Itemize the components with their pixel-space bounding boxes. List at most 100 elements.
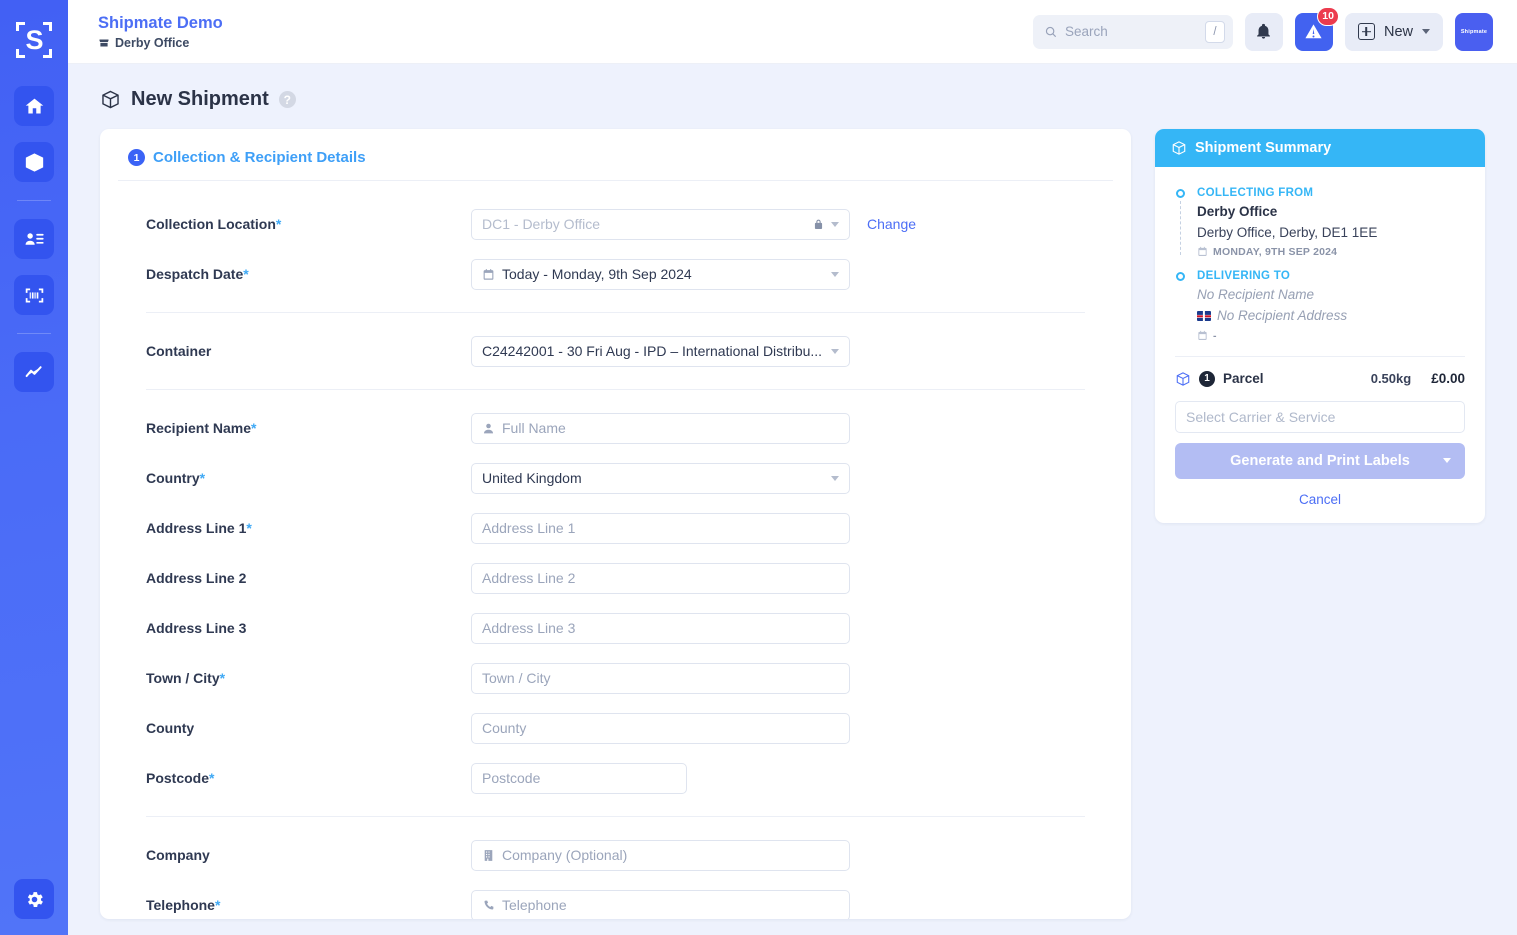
form-section-title: Collection & Recipient Details xyxy=(153,149,366,166)
collection-location-input[interactable]: DC1 - Derby Office xyxy=(471,208,850,240)
field-row-despatch-date: Despatch Date* Today - Monday, 9th Sep 2… xyxy=(100,249,1131,299)
address-book-icon xyxy=(25,232,44,245)
town-city-label: Town / City* xyxy=(146,670,471,686)
carrier-service-select[interactable]: Select Carrier & Service xyxy=(1175,400,1465,433)
country-value: United Kingdom xyxy=(482,470,582,486)
package-outline-icon xyxy=(100,89,121,110)
chevron-down-icon xyxy=(831,475,839,481)
address-line-3-input[interactable]: Address Line 3 xyxy=(471,612,850,644)
collection-location-value: DC1 - Derby Office xyxy=(482,216,600,232)
company-placeholder: Company (Optional) xyxy=(502,847,628,863)
address-line-3-placeholder: Address Line 3 xyxy=(482,620,576,636)
sidebar-bottom xyxy=(14,879,54,919)
change-collection-location-link[interactable]: Change xyxy=(867,216,916,232)
telephone-input[interactable]: Telephone xyxy=(471,889,850,919)
timeline-dashed-line xyxy=(1179,201,1181,255)
home-icon xyxy=(25,98,43,113)
field-row-company: Company Company (Optional) xyxy=(100,830,1131,880)
chevron-down-icon[interactable] xyxy=(831,221,839,227)
plus-square-icon xyxy=(1357,23,1375,40)
delivering-to-date-text: - xyxy=(1213,329,1217,342)
sidebar-item-analytics[interactable] xyxy=(14,352,54,392)
delivering-to-address: No Recipient Address xyxy=(1217,307,1348,323)
label-text: Postcode xyxy=(146,770,210,786)
recipient-name-input[interactable]: Full Name xyxy=(471,412,850,444)
top-bar: Shipmate Demo Derby Office Search / 10 N… xyxy=(68,0,1517,64)
brand-block: Shipmate Demo Derby Office xyxy=(98,13,223,50)
search-icon xyxy=(1045,26,1057,37)
search-shortcut-key: / xyxy=(1204,20,1225,43)
delivering-details: DELIVERING TO No Recipient Name No Recip… xyxy=(1197,268,1347,342)
app-logo[interactable]: S xyxy=(12,18,56,62)
label-text: County xyxy=(146,720,195,736)
address-line-2-input[interactable]: Address Line 2 xyxy=(471,562,850,594)
form-divider xyxy=(146,389,1085,390)
label-text: Collection Location xyxy=(146,216,276,232)
company-input[interactable]: Company (Optional) xyxy=(471,839,850,871)
sidebar-item-settings[interactable] xyxy=(14,879,54,919)
chevron-down-icon xyxy=(1422,29,1430,34)
company-label: Company xyxy=(146,847,471,863)
summary-delivering-to: DELIVERING TO No Recipient Name No Recip… xyxy=(1175,268,1465,342)
logo-corner xyxy=(16,22,25,31)
postcode-input[interactable]: Postcode xyxy=(471,762,687,794)
collecting-from-date-text: MONDAY, 9TH SEP 2024 xyxy=(1213,245,1338,258)
app-root: S Shipmate Demo Derby Office Search / 10… xyxy=(0,0,1517,935)
sidebar-item-home[interactable] xyxy=(14,86,54,126)
address-line-2-placeholder: Address Line 2 xyxy=(482,570,576,586)
alerts-button[interactable]: 10 xyxy=(1294,6,1339,51)
address-line-1-input[interactable]: Address Line 1 xyxy=(471,512,850,544)
recipient-name-label: Recipient Name* xyxy=(146,420,471,436)
town-city-input[interactable]: Town / City xyxy=(471,662,850,694)
sidebar: S xyxy=(0,0,68,935)
generate-and-print-labels-button[interactable]: Generate and Print Labels xyxy=(1175,442,1465,479)
carrier-service-placeholder: Select Carrier & Service xyxy=(1186,408,1336,425)
help-icon[interactable]: ? xyxy=(278,91,296,108)
bell-icon xyxy=(1257,23,1271,39)
label-text: Container xyxy=(146,343,212,359)
label-text: Address Line 3 xyxy=(146,620,247,636)
search-placeholder: Search xyxy=(1064,24,1108,39)
container-select[interactable]: C24242001 - 30 Fri Aug - IPD – Internati… xyxy=(471,335,850,367)
county-input[interactable]: County xyxy=(471,712,850,744)
sidebar-item-address-book[interactable] xyxy=(14,219,54,259)
address-line-2-label: Address Line 2 xyxy=(146,570,471,586)
avatar[interactable]: Shipmate xyxy=(1455,12,1493,51)
page-content: 1 Collection & Recipient Details Collect… xyxy=(100,129,1485,919)
required-marker: * xyxy=(246,520,252,536)
cancel-link[interactable]: Cancel xyxy=(1175,492,1465,507)
brand-subtitle-label: Derby Office xyxy=(115,35,190,50)
timeline-dot xyxy=(1175,271,1185,281)
label-text: Address Line 2 xyxy=(146,570,247,586)
package-outline-icon xyxy=(1172,141,1186,155)
sidebar-item-scanner[interactable] xyxy=(14,275,54,315)
despatch-date-select[interactable]: Today - Monday, 9th Sep 2024 xyxy=(471,258,850,290)
search-input[interactable]: Search / xyxy=(1032,14,1233,49)
user-icon xyxy=(483,423,494,433)
notifications-button[interactable] xyxy=(1244,12,1283,51)
step-badge: 1 xyxy=(128,149,145,166)
country-select[interactable]: United Kingdom xyxy=(471,462,850,494)
sidebar-item-shipments[interactable] xyxy=(14,142,54,182)
field-row-address-line-2: Address Line 2 Address Line 2 xyxy=(100,553,1131,603)
label-text: Address Line 1 xyxy=(146,520,247,536)
warning-triangle-icon xyxy=(1305,24,1323,39)
chevron-down-icon[interactable] xyxy=(1443,458,1451,464)
timeline-column xyxy=(1175,268,1185,342)
parcel-count-badge: 1 xyxy=(1199,370,1215,387)
field-row-postcode: Postcode* Postcode xyxy=(100,753,1131,803)
collecting-from-name: Derby Office xyxy=(1197,204,1278,220)
package-icon xyxy=(25,152,43,172)
collecting-from-label: COLLECTING FROM xyxy=(1197,187,1314,199)
calendar-icon xyxy=(483,268,494,280)
logo-corner xyxy=(43,49,52,58)
container-value: C24242001 - 30 Fri Aug - IPD – Internati… xyxy=(482,343,823,359)
parcel-label: Parcel xyxy=(1223,371,1264,387)
new-button[interactable]: New xyxy=(1344,12,1443,51)
brand-subtitle: Derby Office xyxy=(98,36,223,50)
telephone-label: Telephone* xyxy=(146,897,471,913)
brand-title[interactable]: Shipmate Demo xyxy=(98,13,223,34)
lock-icon xyxy=(814,219,823,229)
country-label: Country* xyxy=(146,470,471,486)
county-label: County xyxy=(146,720,471,736)
